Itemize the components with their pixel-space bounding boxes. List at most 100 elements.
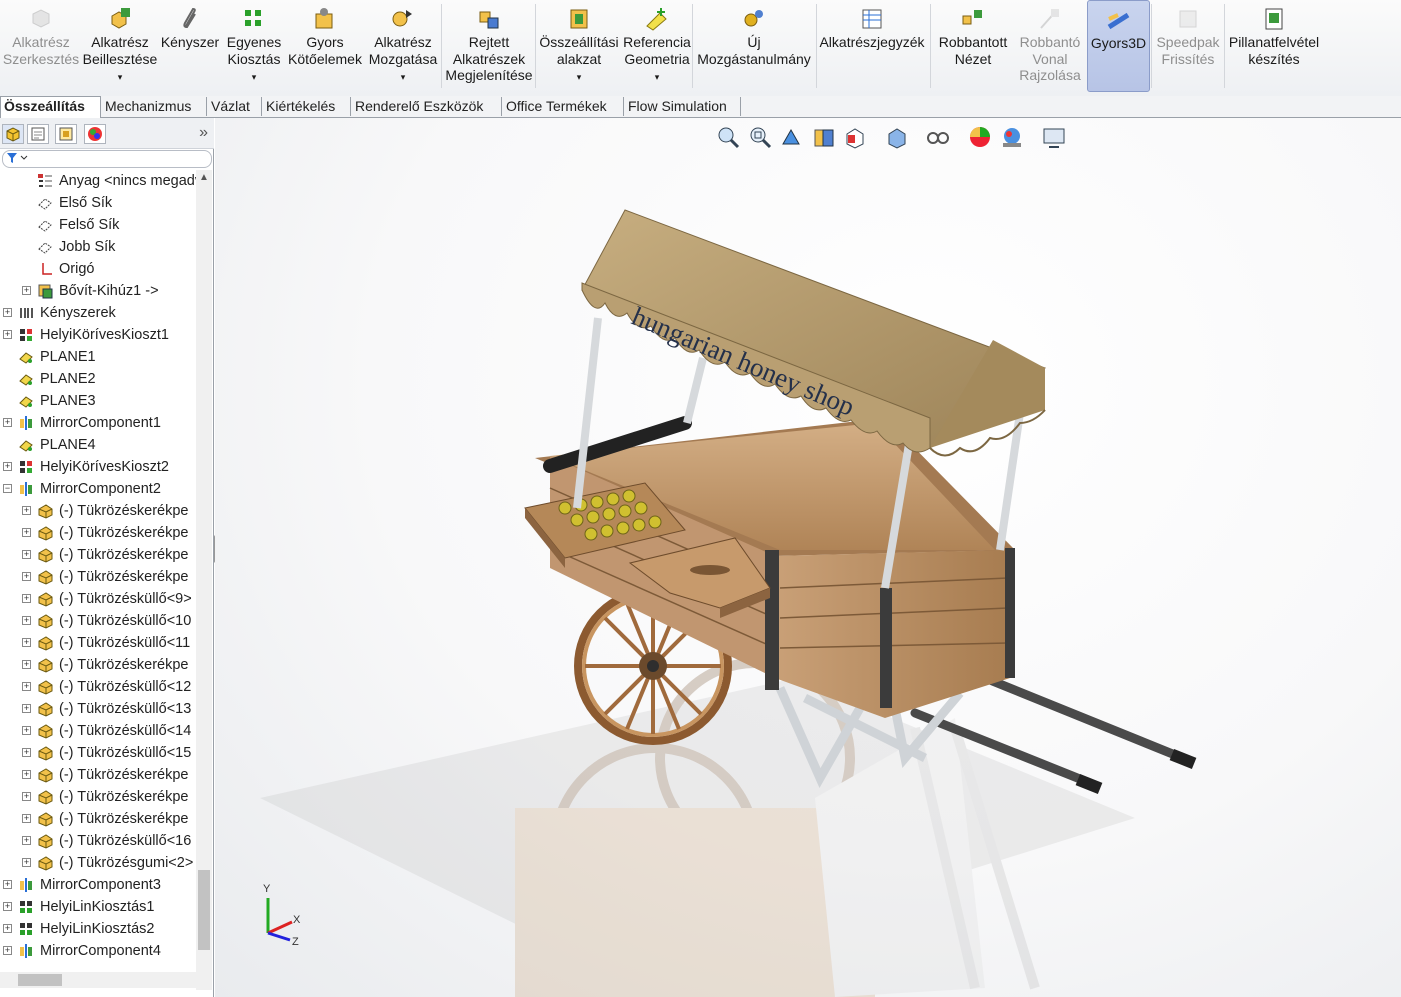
- expand-toggle-icon[interactable]: +: [22, 770, 31, 779]
- ribbon-button-edit-component[interactable]: Alkatrész Szerkesztés: [0, 0, 82, 92]
- ribbon-button-motion-study[interactable]: Új Mozgástanulmány: [692, 0, 816, 92]
- horizontal-scroll-thumb[interactable]: [18, 974, 62, 986]
- expand-toggle-icon[interactable]: +: [22, 726, 31, 735]
- tree-item[interactable]: + MirrorComponent3: [0, 874, 196, 896]
- tree-item[interactable]: + (-) Tükrözésküllő<16: [0, 830, 196, 852]
- feature-manager-tab[interactable]: [2, 124, 24, 144]
- tree-item[interactable]: PLANE1: [0, 346, 196, 368]
- tab-5[interactable]: Office Termékek: [503, 97, 624, 116]
- tree-item[interactable]: Origó: [0, 258, 196, 280]
- dropdown-arrow-icon[interactable]: ▾: [252, 69, 257, 86]
- tree-filter-input[interactable]: [2, 150, 212, 168]
- expand-toggle-icon[interactable]: +: [22, 682, 31, 691]
- appearance-manager-tab[interactable]: [84, 124, 106, 144]
- tree-item[interactable]: Anyag <nincs megadva>: [0, 170, 196, 192]
- ribbon-button-show-hidden-components[interactable]: Rejtett Alkatrészek Megjelenítése: [442, 0, 536, 92]
- ribbon-button-exploded-view[interactable]: Robbantott Nézet: [930, 0, 1016, 92]
- expand-toggle-icon[interactable]: +: [22, 506, 31, 515]
- expand-toggle-icon[interactable]: +: [22, 528, 31, 537]
- ribbon-button-insert-component[interactable]: Alkatrész Beillesztése ▾: [82, 0, 158, 92]
- tree-item[interactable]: + (-) Tükrözésküllő<12: [0, 676, 196, 698]
- tree-item[interactable]: + (-) Tükrözésküllő<15: [0, 742, 196, 764]
- expand-toggle-icon[interactable]: +: [22, 858, 31, 867]
- configuration-manager-tab[interactable]: [55, 124, 77, 144]
- tab-2[interactable]: Vázlat: [208, 97, 262, 116]
- ribbon-button-assembly-feature[interactable]: Összeállítási alakzat ▾: [536, 0, 622, 92]
- expand-toggle-icon[interactable]: +: [3, 880, 12, 889]
- tree-horizontal-scrollbar[interactable]: [0, 972, 212, 988]
- tree-item[interactable]: + (-) Tükrözéskerékpe: [0, 566, 196, 588]
- expand-panel-icon[interactable]: »: [199, 124, 208, 142]
- tab-0[interactable]: Összeállítás: [0, 96, 101, 118]
- expand-toggle-icon[interactable]: +: [22, 572, 31, 581]
- ribbon-button-bill-of-materials[interactable]: Alkatrészjegyzék: [816, 0, 928, 92]
- tree-item[interactable]: + (-) Tükrözésküllő<13: [0, 698, 196, 720]
- tree-vertical-scrollbar[interactable]: ▲ ▼: [196, 170, 212, 990]
- expand-toggle-icon[interactable]: +: [3, 418, 12, 427]
- ribbon-button-smart-fasteners[interactable]: Gyors Kötőelemek: [286, 0, 364, 92]
- dropdown-arrow-icon[interactable]: ▾: [118, 69, 123, 86]
- tree-item[interactable]: + (-) Tükrözéskerékpe: [0, 786, 196, 808]
- tree-item[interactable]: + (-) Tükrözésküllő<10: [0, 610, 196, 632]
- expand-toggle-icon[interactable]: +: [3, 902, 12, 911]
- expand-toggle-icon[interactable]: +: [22, 616, 31, 625]
- tree-item[interactable]: + (-) Tükrözéskerékpe: [0, 654, 196, 676]
- graphics-area[interactable]: hungarian honey shop Y X Z: [215, 118, 1401, 997]
- tree-item[interactable]: + (-) Tükrözésküllő<9>: [0, 588, 196, 610]
- ribbon-button-explode-line-sketch[interactable]: Robbantó Vonal Rajzolása: [1016, 0, 1084, 92]
- expand-toggle-icon[interactable]: +: [3, 462, 12, 471]
- tree-item[interactable]: Felső Sík: [0, 214, 196, 236]
- tab-6[interactable]: Flow Simulation: [625, 97, 741, 116]
- expand-toggle-icon[interactable]: +: [22, 660, 31, 669]
- expand-toggle-icon[interactable]: +: [22, 550, 31, 559]
- tree-item[interactable]: + (-) Tükrözéskerékpe: [0, 808, 196, 830]
- expand-toggle-icon[interactable]: +: [22, 638, 31, 647]
- expand-toggle-icon[interactable]: +: [22, 704, 31, 713]
- expand-toggle-icon[interactable]: +: [3, 946, 12, 955]
- expand-toggle-icon[interactable]: +: [22, 594, 31, 603]
- tree-item[interactable]: PLANE3: [0, 390, 196, 412]
- tree-item[interactable]: + HelyiLinKiosztás1: [0, 896, 196, 918]
- expand-toggle-icon[interactable]: +: [3, 330, 12, 339]
- tab-1[interactable]: Mechanizmus: [102, 97, 207, 116]
- expand-toggle-icon[interactable]: +: [22, 836, 31, 845]
- tree-item[interactable]: + MirrorComponent4: [0, 940, 196, 962]
- dropdown-arrow-icon[interactable]: ▾: [655, 69, 660, 86]
- tree-item[interactable]: + Bővít-Kihúz1 ->: [0, 280, 196, 302]
- ribbon-button-move-component[interactable]: Alkatrész Mozgatása ▾: [364, 0, 442, 92]
- tree-item[interactable]: + (-) Tükrözésküllő<14: [0, 720, 196, 742]
- tree-item[interactable]: + HelyiKörívesKioszt2: [0, 456, 196, 478]
- ribbon-button-reference-geometry[interactable]: Referencia Geometria ▾: [622, 0, 692, 92]
- tree-item[interactable]: PLANE2: [0, 368, 196, 390]
- tab-3[interactable]: Kiértékelés: [263, 97, 351, 116]
- ribbon-button-mate-paperclip[interactable]: Kényszer: [158, 0, 222, 92]
- tree-item[interactable]: Első Sík: [0, 192, 196, 214]
- dropdown-arrow-icon[interactable]: ▾: [577, 69, 582, 86]
- expand-toggle-icon[interactable]: +: [22, 286, 31, 295]
- tree-item[interactable]: + HelyiLinKiosztás2: [0, 918, 196, 940]
- ribbon-button-speedpak[interactable]: Speedpak Frissítés: [1152, 0, 1224, 92]
- ribbon-button-instant3d[interactable]: Gyors3D: [1087, 0, 1150, 92]
- tree-item[interactable]: + (-) Tükrözéskerékpe: [0, 764, 196, 786]
- tree-item[interactable]: + (-) Tükrözéskerékpe: [0, 500, 196, 522]
- tree-item[interactable]: PLANE4: [0, 434, 196, 456]
- property-manager-tab[interactable]: [27, 124, 49, 144]
- expand-toggle-icon[interactable]: +: [22, 814, 31, 823]
- expand-toggle-icon[interactable]: +: [22, 792, 31, 801]
- expand-toggle-icon[interactable]: +: [22, 748, 31, 757]
- dropdown-arrow-icon[interactable]: ▾: [401, 69, 406, 86]
- tree-item[interactable]: + (-) Tükrözésküllő<11: [0, 632, 196, 654]
- tab-4[interactable]: Renderelő Eszközök: [352, 97, 502, 116]
- scroll-up-icon[interactable]: ▲: [199, 172, 209, 183]
- collapse-toggle-icon[interactable]: −: [3, 484, 12, 493]
- tree-item[interactable]: + (-) Tükrözéskerékpe: [0, 544, 196, 566]
- tree-item[interactable]: Jobb Sík: [0, 236, 196, 258]
- tree-item[interactable]: + (-) Tükrözéskerékpe: [0, 522, 196, 544]
- tree-item[interactable]: + Kényszerek: [0, 302, 196, 324]
- tree-item[interactable]: + (-) Tükrözésgumi<2>: [0, 852, 196, 874]
- tree-item[interactable]: + MirrorComponent1: [0, 412, 196, 434]
- expand-toggle-icon[interactable]: +: [3, 308, 12, 317]
- ribbon-button-snapshot[interactable]: Pillanatfelvétel készítés: [1224, 0, 1324, 92]
- expand-toggle-icon[interactable]: +: [3, 924, 12, 933]
- ribbon-button-linear-pattern[interactable]: Egyenes Kiosztás ▾: [222, 0, 286, 92]
